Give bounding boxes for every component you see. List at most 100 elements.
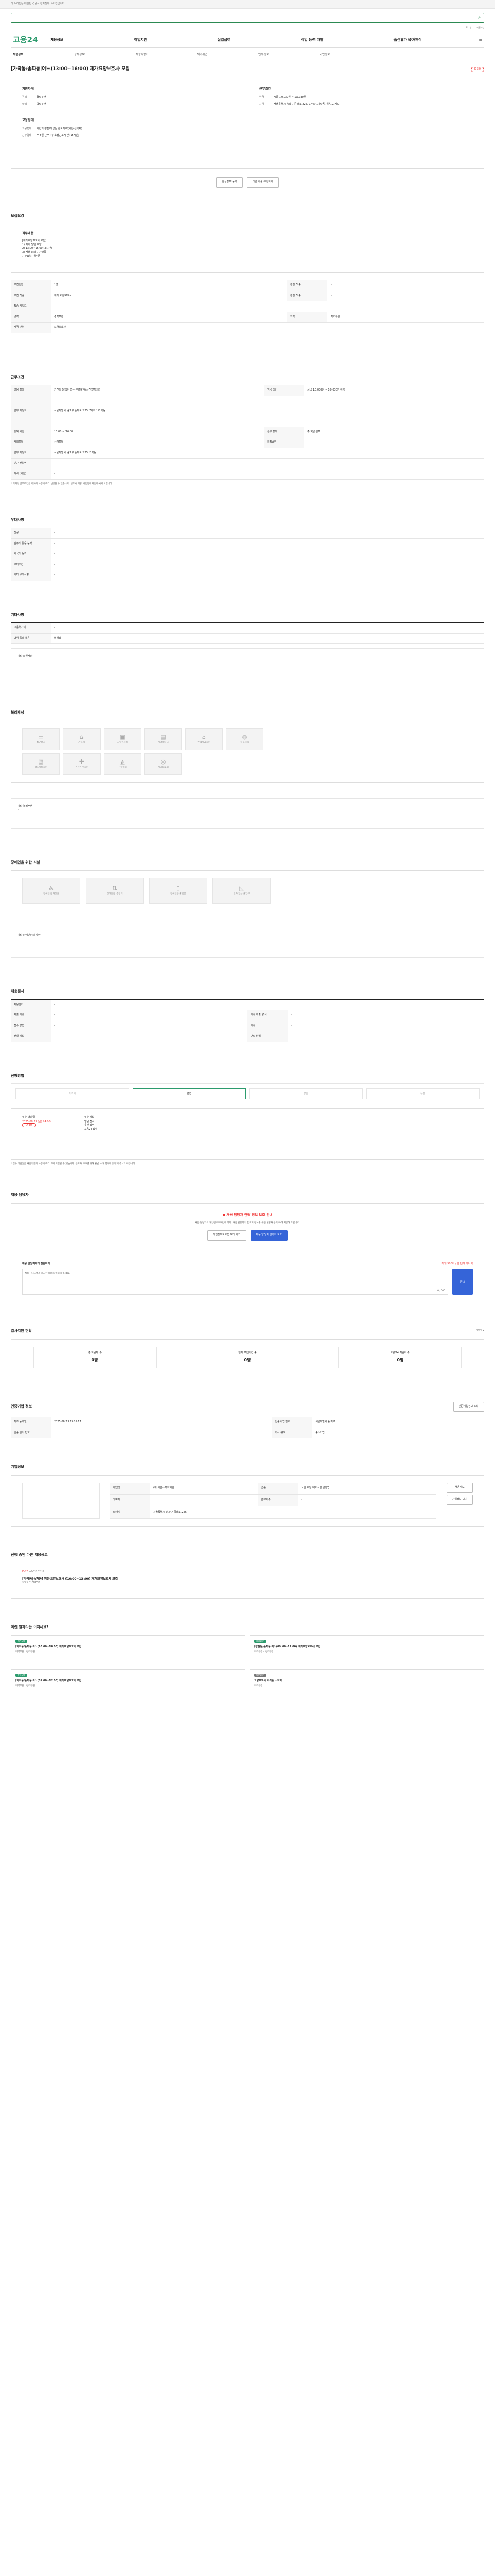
td: 재가 요양보호사: [51, 291, 287, 301]
recommend-card[interactable]: 재가요양 [잠실동/송파동|어느(09:00~12:00) 재가요양보호사 모집 학…: [250, 1635, 484, 1665]
th: 인근 전철역: [11, 458, 51, 469]
warn-title: ● 채용 담당자 연락 정보 보호 안내: [222, 1212, 273, 1217]
all-menu-icon[interactable]: ≡: [478, 37, 482, 43]
question-textarea[interactable]: 채용 담당자에게 궁금한 내용을 입력해 주세요. 0 / 500: [22, 1269, 448, 1295]
welfare-label: 건강검진지원: [75, 766, 88, 769]
tab-item[interactable]: 공채정보: [74, 53, 136, 57]
th: 병역 특례 채용: [11, 633, 51, 645]
td: 기간의 정함이 없는 근로계약(시간(선택제): [51, 385, 265, 396]
card-title[interactable]: [가락동/송파동|어느(10:00~18:00) 재가요양보호사 모집: [15, 1645, 241, 1649]
welfare-item: ◭ 산학협력: [104, 753, 141, 775]
open-job-item[interactable]: D-26 ~2025.07.12 [가락동|송파동] 방문요양보호사 (10:0…: [11, 1563, 484, 1599]
title-row: [가락동/송파동|어느(13:00~16:00) 재가요양보호사 모집 D-30: [11, 64, 484, 75]
question-placeholder: 채용 담당자에게 궁금한 내용을 입력해 주세요.: [25, 1272, 70, 1275]
td: -: [51, 469, 484, 480]
welfare-item: ✚ 건강검진지원: [63, 753, 101, 775]
support-label: 장애인용 화장실: [43, 893, 59, 896]
search-icon[interactable]: ⌕: [478, 15, 481, 21]
kv-key: 고용형태: [22, 127, 32, 130]
gnb-item[interactable]: 출산휴가 육아휴직: [393, 37, 421, 43]
welfare-item: ⌂ 기숙사: [63, 728, 101, 750]
td: 2025.06.19 15:05:17: [51, 1417, 272, 1428]
card-badge: 방문요양: [254, 1673, 266, 1677]
company-table: 최초 등록일 2025.06.19 15:05:17 인증사업 번호 서울특별시 송파…: [11, 1417, 484, 1438]
warn-text: 채용 담당자의 개인정보보호법에 따라, 채용 담당자의 연락처 정보를 채용 …: [195, 1222, 300, 1225]
td: -: [51, 301, 484, 312]
card-meta: 학력무관: [254, 1684, 263, 1687]
gnb-item[interactable]: 직업 능력 개발: [301, 37, 324, 43]
welfare-box: ▭ 통근버스 ⌂ 기숙사 ▣ 차량유지비 ▤ 자녀학자금 ⌂ 주택자금지원 ◍ 중식제공 ▧…: [11, 720, 484, 783]
welfare-grid: ▭ 통근버스 ⌂ 기숙사 ▣ 차량유지비 ▤ 자녀학자금 ⌂ 주택자금지원 ◍ 중식제공 ▧…: [22, 728, 473, 775]
recommend-card[interactable]: 방문요양요양보호사 자격증 소지자 학력무관: [250, 1669, 484, 1699]
td: 서울특별시 송파구 중대로 225: [150, 1506, 436, 1519]
th: 인증 관리 번호: [11, 1428, 51, 1438]
view-contact-button[interactable]: 채용 담당자 연락처 보기: [250, 1230, 288, 1241]
privacy-law-button[interactable]: 개인정보보호법 보러 가기: [207, 1230, 246, 1241]
th: 근무 예정지: [11, 448, 51, 459]
card-title[interactable]: [가락동/송파동|어느(09:00~12:00) 재가요양보호사 모집: [15, 1679, 241, 1683]
bookmark-button[interactable]: 관심정보 등록: [216, 177, 243, 188]
th: 식사 (시간): [11, 469, 51, 480]
stats-more-link[interactable]: 기준일 ▸: [476, 1329, 484, 1333]
stat-item: 현재 모집기간 중 0명: [186, 1346, 309, 1368]
welfare-label: 차량유지비: [117, 741, 128, 744]
apply-box: 접수 마감일 2025.08.19 (금) 24:00 D-30 접수 방법 방…: [11, 1108, 484, 1160]
th: 직종 키워드: [11, 301, 51, 312]
gnb-item[interactable]: 취업지원: [134, 37, 147, 43]
gnb-item[interactable]: 실업급여: [218, 37, 231, 43]
signup-link[interactable]: 회원가입: [476, 26, 484, 32]
td: (재)서울시복지재단: [150, 1482, 258, 1495]
method-tab[interactable]: 이력서: [15, 1088, 129, 1100]
summary-right: 근무조건 임금 시급 10,030원 ~ 10,030원 지역 서울특별시 송파구 …: [259, 87, 455, 161]
book-icon: ▤: [160, 733, 166, 740]
question-label: 채용 담당자에게 질문하기: [22, 1262, 51, 1265]
car-icon: ▣: [120, 733, 125, 740]
card-title[interactable]: [잠실동/송파동|어느(09:00~12:00) 재가요양보호사 모집: [254, 1645, 480, 1649]
card-title[interactable]: 요양보호사 자격증 소지자: [254, 1679, 480, 1683]
recommend-card[interactable]: 재가요양 [가락동/송파동|어느(10:00~18:00) 재가요양보호사 모집 학…: [11, 1635, 245, 1665]
biz-info-button[interactable]: 기업정보 보기: [446, 1495, 473, 1505]
welfare-extra-value: -: [18, 808, 19, 812]
recommend-button[interactable]: 다른 사람 추천하기: [246, 177, 279, 188]
tab-item[interactable]: 기업정보: [320, 53, 381, 57]
dday-badge: D-30: [470, 67, 484, 72]
td: -: [51, 1031, 248, 1042]
login-link[interactable]: 로그인: [466, 26, 471, 32]
company-info-button[interactable]: 인증기업정보 조회: [453, 1401, 484, 1412]
tab-item[interactable]: 해외취업: [197, 53, 258, 57]
biz-jobs-button[interactable]: 채용정보: [446, 1482, 473, 1493]
th: 고용허가제: [11, 622, 51, 634]
search-input[interactable]: [14, 16, 479, 19]
stat-item: 총 지원자 수 0명: [33, 1346, 157, 1368]
recommend-card[interactable]: 방문요양 [가락동/송파동|어느(09:00~12:00) 재가요양보호사 모집 학…: [11, 1669, 245, 1699]
method-tab[interactable]: 우편: [366, 1088, 480, 1100]
welfare-item: ▣ 차량유지비: [104, 728, 141, 750]
section-heading: 우대사항: [11, 517, 24, 522]
welfare-label: 기숙사: [78, 741, 85, 744]
th: 경력: [11, 312, 51, 323]
logo[interactable]: 고용24: [13, 34, 38, 46]
gnb-menu: 채용정보 취업지원 실업급여 직업 능력 개발 출산휴가 육아휴직: [50, 37, 421, 43]
contact-warning: ● 채용 담당자 연락 정보 보호 안내 채용 담당자의 개인정보보호법에 따라…: [11, 1202, 484, 1250]
th: 소재지: [110, 1506, 150, 1519]
search-box[interactable]: ⌕: [11, 12, 484, 23]
kv-row: 임금 시급 10,030원 ~ 10,030원: [259, 94, 455, 101]
support-label: 장애인용 출입문: [170, 893, 186, 896]
th: 사회보험: [11, 437, 51, 448]
th: 컴퓨터 활용 능력: [11, 538, 51, 550]
td: -: [304, 437, 484, 448]
gnb-item[interactable]: 채용정보: [50, 37, 63, 43]
submit-question-button[interactable]: 문의: [452, 1269, 473, 1295]
tab-item[interactable]: 채용정보: [13, 53, 74, 57]
method-tab[interactable]: 면접: [132, 1088, 246, 1100]
th: 서류: [248, 1021, 288, 1032]
duty-box: 직무내용 [재가요양보호사 모집] 1) 재가 방문 요양 2) 13:00~1…: [11, 224, 484, 273]
sub-tabs: 채용정보 공채정보 채용박람회 해외취업 인재정보 기업정보: [11, 48, 484, 62]
welfare-item: ⌂ 주택자금지원: [185, 728, 223, 750]
procedure-table: 채용절차 - 제출 서류 - 서류 제출 양식 - 접수 방법 - 서류 - 전형 방법 - 면접…: [11, 999, 484, 1042]
tab-item[interactable]: 인재정보: [258, 53, 320, 57]
biz-actions: 채용정보 기업정보 보기: [446, 1482, 473, 1519]
tab-item[interactable]: 채용박람회: [136, 53, 197, 57]
job-title[interactable]: [가락동|송파동] 방문요양보호사 (10:00~13:00) 재가요양보호사 …: [22, 1577, 473, 1581]
method-tab[interactable]: 방문: [249, 1088, 363, 1100]
